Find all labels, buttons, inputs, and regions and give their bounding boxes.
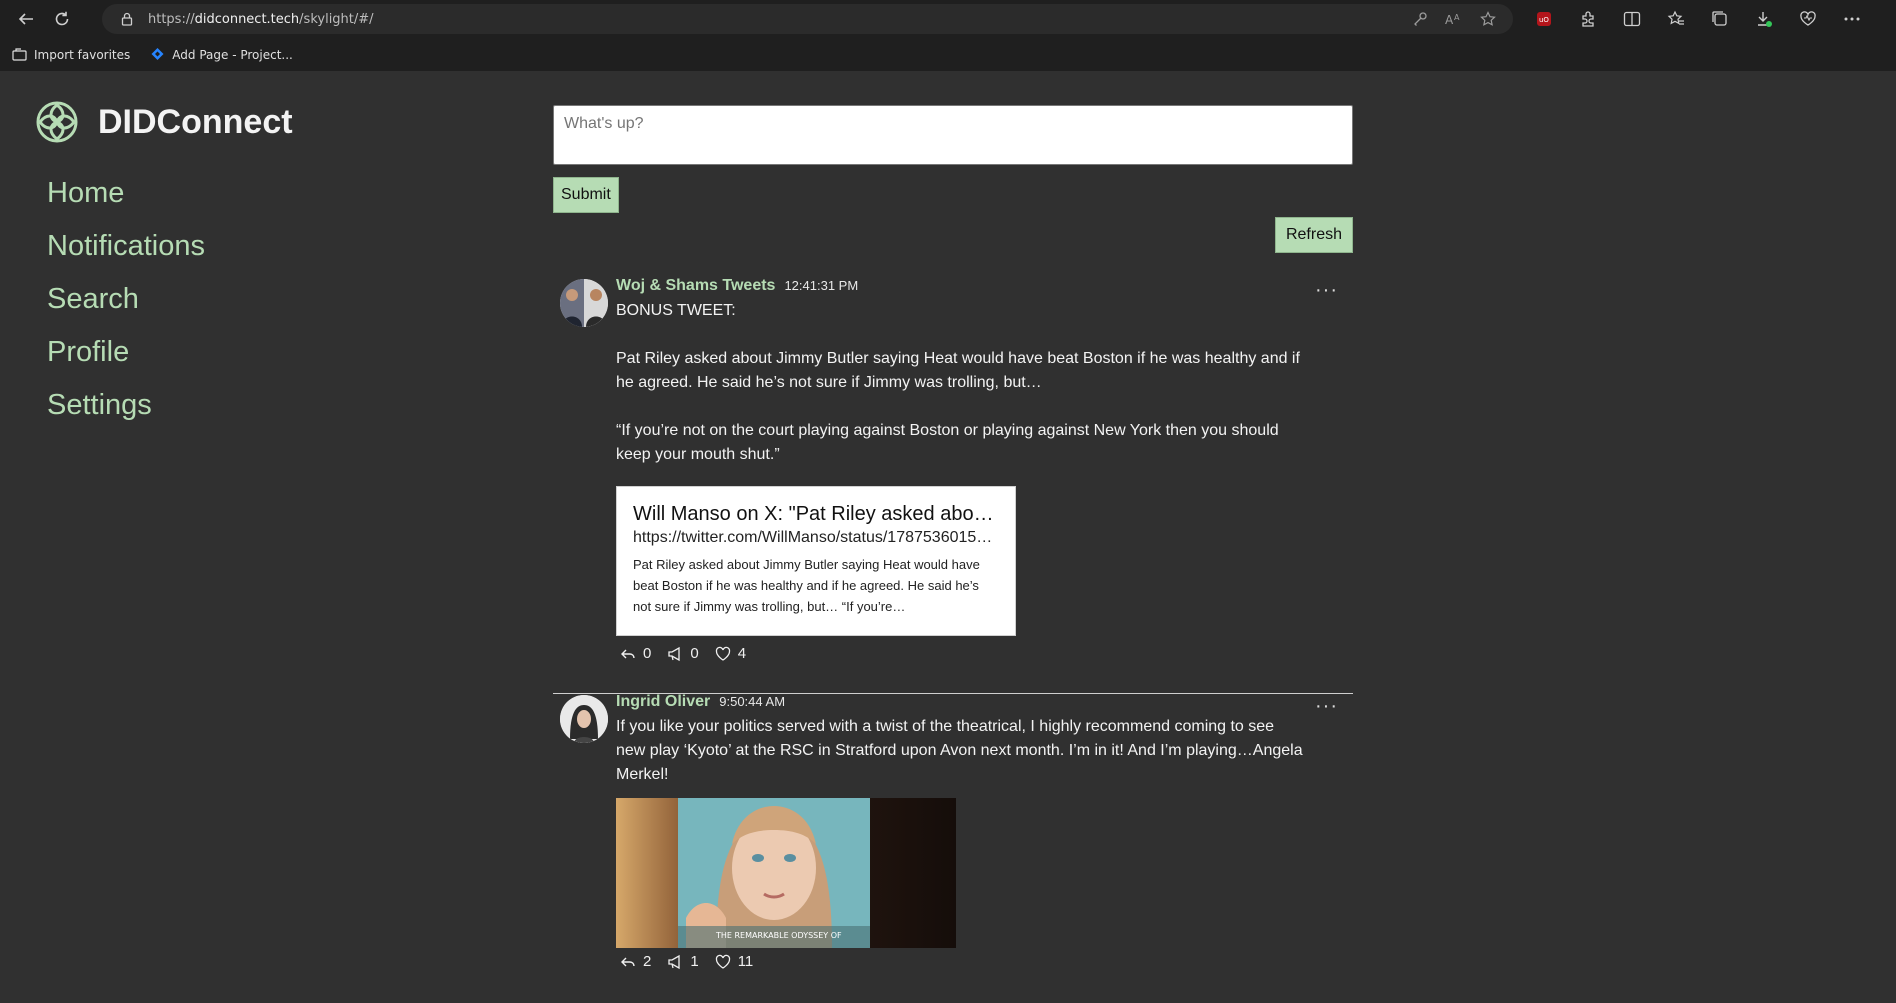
post-item: Ingrid Oliver 9:50:44 AM ··· If you like… <box>553 693 1353 993</box>
more-menu-icon[interactable] <box>1830 4 1874 34</box>
image-caption: THE REMARKABLE ODYSSEY OF <box>715 931 842 940</box>
collections-icon[interactable] <box>1698 4 1742 34</box>
import-favorites-label: Import favorites <box>34 47 131 62</box>
lock-icon <box>121 12 133 26</box>
post-text: If you like your politics served with a … <box>616 718 1308 783</box>
like-button[interactable]: 11 <box>715 953 754 970</box>
copilot-icon[interactable] <box>1874 4 1896 34</box>
url-path: /skylight/#/ <box>299 11 374 27</box>
favorites-icon[interactable] <box>1654 4 1698 34</box>
reply-icon <box>621 957 635 966</box>
url-scheme: https:// <box>148 11 195 27</box>
heart-icon <box>715 954 730 969</box>
more-options-icon[interactable]: ··· <box>1315 695 1338 718</box>
svg-text:A: A <box>1454 13 1460 22</box>
url-text: https://didconnect.tech/skylight/#/ <box>148 12 374 27</box>
nav-profile[interactable]: Profile <box>47 335 205 388</box>
back-arrow-icon <box>18 13 33 25</box>
post-time: 12:41:31 PM <box>784 278 859 293</box>
read-aloud-icon[interactable]: AA <box>1443 9 1465 29</box>
nav-notifications[interactable]: Notifications <box>47 229 205 282</box>
nav-search[interactable]: Search <box>47 282 205 335</box>
post-item: Woj & Shams Tweets 12:41:31 PM ··· BONUS… <box>553 277 1353 677</box>
post-author[interactable]: Woj & Shams Tweets <box>616 277 775 295</box>
more-options-icon[interactable]: ··· <box>1315 279 1338 302</box>
reply-icon <box>621 649 635 658</box>
repost-count: 0 <box>690 645 699 662</box>
celtic-knot-logo-icon <box>36 101 78 143</box>
post-time: 9:50:44 AM <box>719 694 786 709</box>
jira-icon <box>151 48 164 60</box>
like-count: 4 <box>737 645 747 662</box>
address-bar[interactable]: https://didconnect.tech/skylight/#/ AA <box>102 4 1513 34</box>
browser-essentials-icon[interactable] <box>1786 4 1830 34</box>
repost-button[interactable]: 0 <box>667 645 699 662</box>
extensions-icon[interactable] <box>1566 4 1610 34</box>
link-card-url: https://twitter.com/WillManso/status/178… <box>633 529 993 546</box>
ublock-extension-icon[interactable]: uO <box>1522 4 1566 34</box>
like-button[interactable]: 4 <box>715 645 746 662</box>
post-header: Woj & Shams Tweets 12:41:31 PM <box>616 277 858 295</box>
submit-button[interactable]: Submit <box>553 177 619 213</box>
like-count: 11 <box>737 953 754 970</box>
address-bar-icons: AA <box>1409 9 1499 29</box>
link-preview-card[interactable]: Will Manso on X: "Pat Riley asked abo… h… <box>616 486 1016 636</box>
post-author[interactable]: Ingrid Oliver <box>616 693 710 711</box>
refresh-button[interactable]: Refresh <box>1274 217 1353 253</box>
heart-icon <box>715 646 730 661</box>
url-host: didconnect.tech <box>194 11 300 27</box>
megaphone-icon <box>668 954 680 969</box>
avatar[interactable] <box>560 695 608 743</box>
reply-button[interactable]: 2 <box>620 953 651 970</box>
app: DIDConnect Home Notifications Search Pro… <box>0 71 1896 1003</box>
back-button[interactable] <box>8 4 44 34</box>
favorites-bar: Import favorites Add Page - Project... <box>0 38 313 71</box>
reload-button[interactable] <box>44 4 80 34</box>
feed: Submit Refresh Woj & Shams Tweets 12:41:… <box>553 105 1353 970</box>
key-icon[interactable] <box>1409 9 1431 29</box>
compose-input[interactable] <box>553 105 1353 165</box>
svg-text:uO: uO <box>1539 16 1549 24</box>
avatar[interactable] <box>560 279 608 327</box>
import-icon <box>12 48 27 61</box>
add-page-project-link[interactable]: Add Page - Project... <box>150 47 293 62</box>
reply-count: 0 <box>643 645 652 662</box>
reply-count: 2 <box>643 953 652 970</box>
reload-icon <box>55 11 69 26</box>
link-card-title: Will Manso on X: "Pat Riley asked abo… <box>633 503 994 525</box>
sidebar-nav: Home Notifications Search Profile Settin… <box>47 176 205 441</box>
post-header: Ingrid Oliver 9:50:44 AM <box>616 693 785 711</box>
browser-chrome: https://didconnect.tech/skylight/#/ AA u… <box>0 0 1896 71</box>
logo[interactable]: DIDConnect <box>34 99 293 145</box>
browser-toolbar: uO <box>1522 4 1896 34</box>
import-favorites-link[interactable]: Import favorites <box>12 48 130 62</box>
repost-count: 1 <box>690 953 699 970</box>
svg-text:A: A <box>1445 13 1454 26</box>
repost-button[interactable]: 1 <box>667 953 699 970</box>
downloads-icon[interactable] <box>1742 4 1786 34</box>
megaphone-icon <box>668 646 680 661</box>
reply-button[interactable]: 0 <box>620 645 651 662</box>
post-image[interactable]: THE REMARKABLE ODYSSEY OF <box>616 798 956 948</box>
favorite-star-icon[interactable] <box>1477 9 1499 29</box>
split-screen-icon[interactable] <box>1610 4 1654 34</box>
nav-home[interactable]: Home <box>47 176 205 229</box>
add-page-project-label: Add Page - Project... <box>172 47 293 62</box>
post-actions: 2 1 11 <box>620 953 753 970</box>
app-title: DIDConnect <box>98 102 293 141</box>
link-card-description: Pat Riley asked about Jimmy Butler sayin… <box>633 557 980 614</box>
post-text: BONUS TWEET: Pat Riley asked about Jimmy… <box>616 302 1300 463</box>
post-actions: 0 0 4 <box>620 645 746 662</box>
nav-settings[interactable]: Settings <box>47 388 205 441</box>
